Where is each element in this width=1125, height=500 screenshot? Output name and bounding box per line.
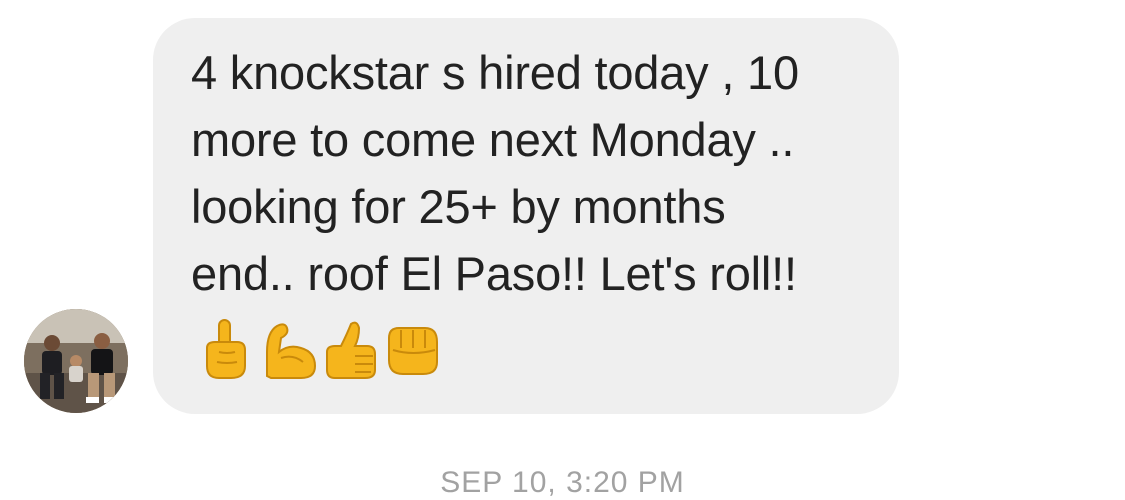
index-pointing-up-emoji-icon — [197, 318, 257, 382]
avatar-photo-icon — [24, 309, 128, 413]
message-text-line: 4 knockstar s hired today , 10 — [191, 46, 799, 99]
message-text-line: more to come next Monday .. — [191, 113, 795, 166]
message-bubble[interactable]: 4 knockstar s hired today , 10 more to c… — [153, 18, 899, 414]
message-thread: 4 knockstar s hired today , 10 more to c… — [0, 0, 1125, 499]
message-text-line: looking for 25+ by months — [191, 180, 726, 233]
sender-avatar[interactable] — [24, 309, 128, 413]
message-timestamp: SEP 10, 3:20 PM — [440, 466, 685, 499]
thumbs-up-emoji-icon — [321, 318, 381, 382]
flexed-biceps-emoji-icon — [259, 318, 319, 382]
message-text-line: end.. roof El Paso!! Let's roll!! — [191, 247, 797, 300]
oncoming-fist-emoji-icon — [383, 318, 443, 382]
